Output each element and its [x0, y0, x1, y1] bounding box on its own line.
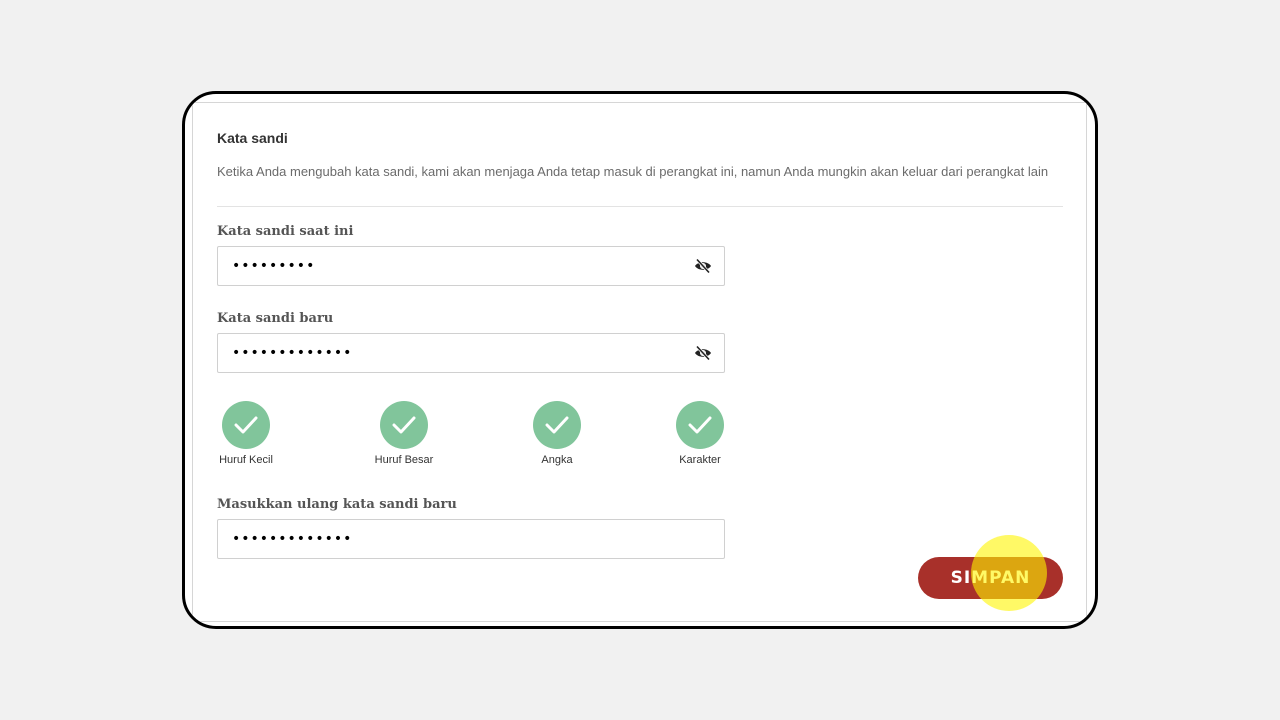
requirement-label: Huruf Kecil [219, 454, 273, 466]
requirement-uppercase: Huruf Besar [369, 401, 439, 466]
check-icon [222, 401, 270, 449]
divider [217, 206, 1063, 207]
eye-slash-icon[interactable] [694, 345, 712, 361]
device-frame: Kata sandi Ketika Anda mengubah kata san… [182, 91, 1098, 629]
requirement-lowercase: Huruf Kecil [213, 401, 279, 466]
confirm-password-input[interactable] [232, 520, 672, 558]
requirement-label: Huruf Besar [374, 454, 434, 466]
save-button[interactable]: SIMPAN [918, 557, 1063, 599]
eye-slash-icon[interactable] [694, 258, 712, 274]
section-description: Ketika Anda mengubah kata sandi, kami ak… [217, 164, 1049, 179]
new-password-input[interactable] [232, 334, 672, 372]
requirement-label: Angka [541, 454, 573, 466]
check-icon [533, 401, 581, 449]
check-icon [676, 401, 724, 449]
confirm-password-label: Masukkan ulang kata sandi baru [217, 497, 457, 512]
requirement-label: Karakter [679, 454, 721, 466]
current-password-label: Kata sandi saat ini [217, 224, 354, 239]
section-title: Kata sandi [217, 130, 288, 146]
confirm-password-field [217, 519, 725, 559]
current-password-input[interactable] [232, 247, 672, 285]
requirement-number: Angka [527, 401, 587, 466]
requirement-length: Karakter [670, 401, 730, 466]
password-card: Kata sandi Ketika Anda mengubah kata san… [192, 102, 1087, 622]
check-icon [380, 401, 428, 449]
current-password-field [217, 246, 725, 286]
new-password-label: Kata sandi baru [217, 311, 334, 326]
new-password-field [217, 333, 725, 373]
